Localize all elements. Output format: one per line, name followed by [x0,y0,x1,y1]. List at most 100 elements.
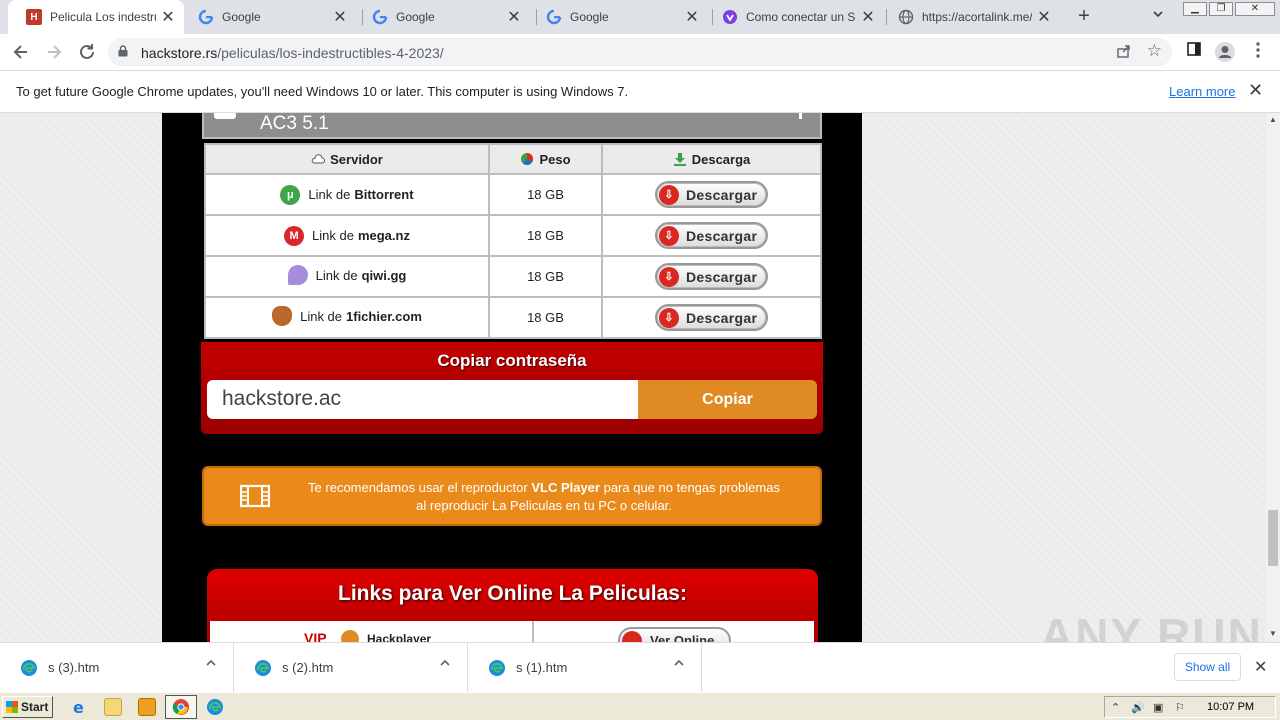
forward-arrow-icon[interactable] [42,40,66,64]
google-icon [372,9,388,25]
close-tab-icon[interactable]: ✕ [506,7,522,27]
download-cell: ⇩ Descargar [601,173,822,216]
chrome-icon [172,699,189,715]
download-item[interactable]: s (3).htm [0,643,234,693]
download-shelf: s (3).htm s (2).htm s (1).htm Show all ✕ [0,642,1280,693]
size-cell: 18 GB [488,173,603,216]
ie-icon[interactable]: e [71,698,89,717]
chevron-up-icon[interactable] [205,657,217,672]
show-all-button[interactable]: Show all [1174,653,1241,681]
scroll-up-arrow-icon[interactable]: ▲ [1269,115,1277,124]
close-tab-icon[interactable]: ✕ [860,7,876,27]
tab-google-3[interactable]: Google ✕ [528,0,708,34]
bookmark-star-icon[interactable]: ☆ [1147,41,1162,61]
tab-strip: H Pelicula Los indestructib ✕ Google ✕ G… [0,0,1280,34]
server-cell: Link de 1fichier.com [204,296,490,339]
chrome-taskbar-button[interactable] [165,695,197,719]
edge-file-icon [255,660,271,676]
download-filename: s (1).htm [516,660,568,675]
tab-acortalink[interactable]: https://acortalink.me/r ✕ [880,0,1060,34]
infobar-close-icon[interactable]: ✕ [1248,80,1263,101]
tab-active[interactable]: H Pelicula Los indestructib ✕ [8,0,184,34]
chevron-up-icon[interactable] [439,657,451,672]
server-cell: Link de qiwi.gg [204,255,490,298]
table-row: M Link de mega.nz 18 GB ⇩ Descargar [204,214,822,257]
download-item[interactable]: s (1).htm [468,643,702,693]
url-text[interactable]: hackstore.rs/peliculas/los-indestructibl… [141,45,444,61]
close-tab-icon[interactable]: ✕ [684,7,700,27]
server-cell: μ Link de Bittorrent [204,173,490,216]
infobar-message: To get future Google Chrome updates, you… [16,84,629,99]
close-tab-icon[interactable]: ✕ [160,7,176,27]
scroll-down-arrow-icon[interactable]: ▼ [1269,629,1277,638]
side-panel-icon[interactable] [1183,41,1205,63]
descargar-button[interactable]: ⇩ Descargar [655,304,768,331]
reload-icon[interactable] [75,40,99,64]
minimize-button[interactable]: ▁ [1183,2,1207,16]
tab-search-chevron-icon[interactable] [1152,8,1164,23]
volume-icon[interactable]: 🔊 [1131,701,1145,714]
table-row: μ Link de Bittorrent 18 GB ⇩ Descargar [204,173,822,216]
page-scrollbar[interactable]: ▲ ▼ [1266,113,1280,642]
close-tab-icon[interactable]: ✕ [1036,7,1052,27]
start-button[interactable]: Start [2,696,53,718]
lock-icon[interactable] [118,45,128,57]
descargar-button[interactable]: ⇩ Descargar [655,263,768,290]
window-close-button[interactable]: ✕ [1235,2,1275,16]
tab-como-conectar[interactable]: Como conectar un Sma ✕ [704,0,884,34]
taskbar-clock[interactable]: 10:07 PM [1207,701,1254,713]
header-peso: Peso [488,143,603,175]
online-links-box: Links para Ver Online La Peliculas: VIP … [207,569,818,642]
download-item[interactable]: s (2).htm [234,643,468,693]
button-label: Descargar [686,309,758,326]
download-cell: ⇩ Descargar [601,255,822,298]
header-descarga: Descarga [601,143,822,175]
hackplayer-icon [341,630,359,642]
system-tray: ⌃ 🔊 ▣ ⚐ 10:07 PM [1104,696,1276,718]
online-server-cell: VIP Hackplayer [210,621,534,642]
restore-button[interactable]: ❐ [1209,2,1233,16]
address-bar[interactable]: hackstore.rs/peliculas/los-indestructibl… [108,38,1172,66]
update-infobar: To get future Google Chrome updates, you… [0,70,1280,113]
shelf-close-icon[interactable]: ✕ [1254,657,1267,677]
back-arrow-icon[interactable] [9,40,33,64]
download-arrow-icon [673,152,686,166]
audio-icon [214,113,236,119]
download-filename: s (3).htm [48,660,100,675]
copiar-button[interactable]: Copiar [638,380,817,419]
tab-title: https://acortalink.me/r [922,10,1032,24]
link-prefix: Link de [308,187,351,202]
profile-avatar-icon[interactable] [1214,41,1236,63]
network-icon[interactable]: ▣ [1153,701,1163,714]
server-name: qiwi.gg [361,267,407,283]
learn-more-link[interactable]: Learn more [1169,84,1235,99]
edge-taskbar-icon[interactable] [206,698,224,716]
password-box: Copiar contraseña hackstore.ac Copiar [201,342,823,434]
scrollbar-thumb[interactable] [1268,510,1278,566]
share-icon[interactable] [1116,43,1132,63]
download-circle-icon: ⇩ [659,184,679,205]
server-name: 1fichier.com [346,308,422,324]
1fichier-icon [272,306,293,326]
more-menu-icon[interactable] [1247,41,1269,63]
download-circle-icon: ⇩ [659,266,679,287]
new-tab-button[interactable]: + [1073,6,1095,28]
windows-logo-icon [6,701,18,713]
password-field[interactable]: hackstore.ac [207,380,638,419]
tab-title: Como conectar un Sma [746,10,856,24]
descargar-button[interactable]: ⇩ Descargar [655,222,768,249]
tab-title: Pelicula Los indestructib [50,10,156,24]
ver-online-button[interactable]: Ver Online [618,627,731,642]
tab-google-1[interactable]: Google ✕ [180,0,356,34]
explorer-folder-icon[interactable] [104,698,122,716]
vlc-highlight: VLC Player [531,480,600,495]
tray-expand-icon[interactable]: ⌃ [1111,701,1120,714]
close-tab-icon[interactable]: ✕ [332,7,348,27]
action-center-flag-icon[interactable]: ⚐ [1175,701,1185,714]
chevron-up-icon[interactable] [673,657,685,672]
page-viewport: AC3 5.1 Servidor Peso Descarga μ Link de… [0,113,1266,642]
tab-google-2[interactable]: Google ✕ [354,0,530,34]
hackstore-icon: H [26,9,42,25]
descargar-button[interactable]: ⇩ Descargar [655,181,768,208]
media-player-icon[interactable] [138,698,156,716]
